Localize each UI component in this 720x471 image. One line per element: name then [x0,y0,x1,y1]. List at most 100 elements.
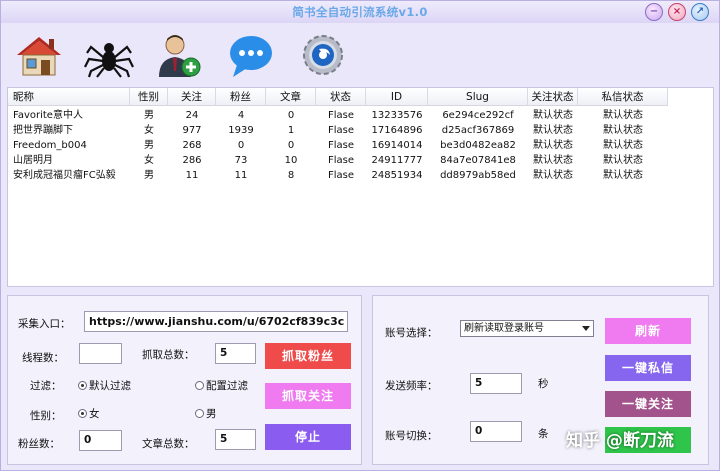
total-label: 抓取总数： [142,349,195,361]
radio-unchecked-icon [195,381,204,390]
fetch-fans-button[interactable]: 抓取粉丝 [265,343,351,369]
entry-label: 采集入口： [18,318,71,330]
cell-id: 17164896 [371,125,423,136]
filter-config-label: 配置过滤 [206,380,248,392]
cell-status: Flase [327,110,355,121]
spider-icon[interactable] [83,31,135,79]
filter-config-radio[interactable]: 配置过滤 [195,378,248,393]
account-select[interactable]: 刷新读取登录账号 [460,320,594,337]
cell-id: 16914014 [371,140,423,151]
threads-input[interactable] [79,343,122,364]
switch-label: 账号切换： [385,430,438,442]
cell-fans: 4 [237,110,245,121]
threads-label: 线程数： [22,352,64,364]
cell-follow-status: 默认状态 [533,170,573,181]
cell-gender: 男 [144,170,154,181]
switch-input[interactable]: 0 [470,421,522,442]
add-user-icon[interactable] [153,31,205,79]
cell-following: 977 [182,125,202,136]
close-button[interactable]: × [668,3,686,21]
radio-checked-icon [78,381,87,390]
cell-nickname: Freedom_b004 [13,140,87,151]
articles-label: 文章总数： [142,438,195,450]
home-icon[interactable] [13,31,65,79]
cell-follow-status: 默认状态 [533,125,573,136]
cell-fans: 1939 [228,125,254,136]
gender-label: 性别： [30,410,62,422]
cell-message-status: 默认状态 [603,125,643,136]
entry-url-input[interactable]: https://www.jianshu.com/u/6702cf839c3c [84,311,348,332]
freq-label: 发送频率： [385,380,438,392]
table-row[interactable]: 把世界蹦脚下 女 977 1939 1 Flase 17164896 d25acf367869… [8,123,668,138]
cell-status: Flase [327,170,355,181]
cell-following: 24 [185,110,199,121]
cell-fans: 73 [234,155,248,166]
settings-gear-icon[interactable] [297,31,349,79]
table-row[interactable]: 山居明月 女 286 73 10 Flase 24911777 84a7e07841e8 默认状… [8,153,668,168]
maximize-button[interactable]: ↗ [691,3,709,21]
fans-label: 粉丝数： [18,438,60,450]
cell-nickname: Favorite意中人 [13,110,83,121]
chevron-down-icon [582,326,590,331]
cell-follow-status: 默认状态 [533,155,573,166]
cell-articles: 0 [287,110,295,121]
toolbar [1,25,719,85]
freq-input[interactable]: 5 [470,373,522,394]
cell-message-status: 默认状态 [603,140,643,151]
cell-nickname: 安利成冠福贝瘤FC弘毅 [13,170,116,181]
cell-nickname: 把世界蹦脚下 [13,125,73,136]
col-follow-status[interactable]: 关注状态 [528,88,578,106]
col-id[interactable]: ID [366,88,428,106]
fetch-follow-button[interactable]: 抓取关注 [265,383,351,409]
col-message-status[interactable]: 私信状态 [578,88,668,106]
chat-bubble-icon[interactable] [225,31,277,79]
radio-unchecked-icon [195,409,204,418]
cell-articles: 1 [287,125,295,136]
cell-status: Flase [327,140,355,151]
table-row[interactable]: 安利成冠福贝瘤FC弘毅 男 11 11 8 Flase 24851934 dd8979ab58… [8,168,668,183]
freq-unit: 秒 [538,378,549,390]
stop-button[interactable]: 停止 [265,424,351,450]
col-following[interactable]: 关注 [168,88,216,106]
col-articles[interactable]: 文章 [266,88,316,106]
col-status[interactable]: 状态 [316,88,366,106]
table-header: 昵称 性别 关注 粉丝 文章 状态 ID Slug 关注状态 私信状态 [8,88,668,106]
col-slug[interactable]: Slug [428,88,528,106]
table-row[interactable]: Freedom_b004 男 268 0 0 Flase 16914014 be3d0482e… [8,138,668,153]
minimize-button[interactable]: − [645,3,663,21]
total-input[interactable]: 5 [215,343,256,364]
cell-fans: 0 [237,140,245,151]
table-row[interactable]: Favorite意中人 男 24 4 0 Flase 13233576 6e294ce292c… [8,108,668,123]
refresh-button[interactable]: 刷新 [605,318,691,344]
cell-following: 286 [182,155,202,166]
cell-gender: 女 [144,125,154,136]
cell-articles: 8 [287,170,295,181]
cell-fans: 11 [234,170,248,181]
window-title: 简书全自动引流系统v1.0 [292,5,428,19]
cell-message-status: 默认状态 [603,110,643,121]
app-window: 简书全自动引流系统v1.0 − × ↗ 昵称 性别 关注 粉丝 文章 状态 ID… [0,0,720,471]
one-click-follow-button[interactable]: 一键关注 [605,391,691,417]
user-table[interactable]: 昵称 性别 关注 粉丝 文章 状态 ID Slug 关注状态 私信状态 Favo… [7,87,714,287]
cell-message-status: 默认状态 [603,170,643,181]
col-nickname[interactable]: 昵称 [8,88,130,106]
col-gender[interactable]: 性别 [130,88,168,106]
fans-input[interactable]: 0 [79,430,122,451]
gender-female-radio[interactable]: 女 [78,406,100,421]
gender-female-label: 女 [89,408,100,420]
watermark: 知乎 @断刀流 [566,431,674,451]
account-select-value: 刷新读取登录账号 [464,323,544,334]
cell-id: 24851934 [371,170,423,181]
one-click-message-button[interactable]: 一键私信 [605,355,691,381]
filter-default-radio[interactable]: 默认过滤 [78,378,131,393]
cell-nickname: 山居明月 [13,155,53,166]
cell-message-status: 默认状态 [603,155,643,166]
articles-input[interactable]: 5 [215,429,256,450]
radio-checked-icon [78,409,87,418]
col-fans[interactable]: 粉丝 [216,88,266,106]
cell-id: 24911777 [371,155,423,166]
cell-slug: be3d0482ea82 [440,140,516,151]
cell-following: 268 [182,140,202,151]
cell-articles: 10 [284,155,298,166]
gender-male-radio[interactable]: 男 [195,406,217,421]
